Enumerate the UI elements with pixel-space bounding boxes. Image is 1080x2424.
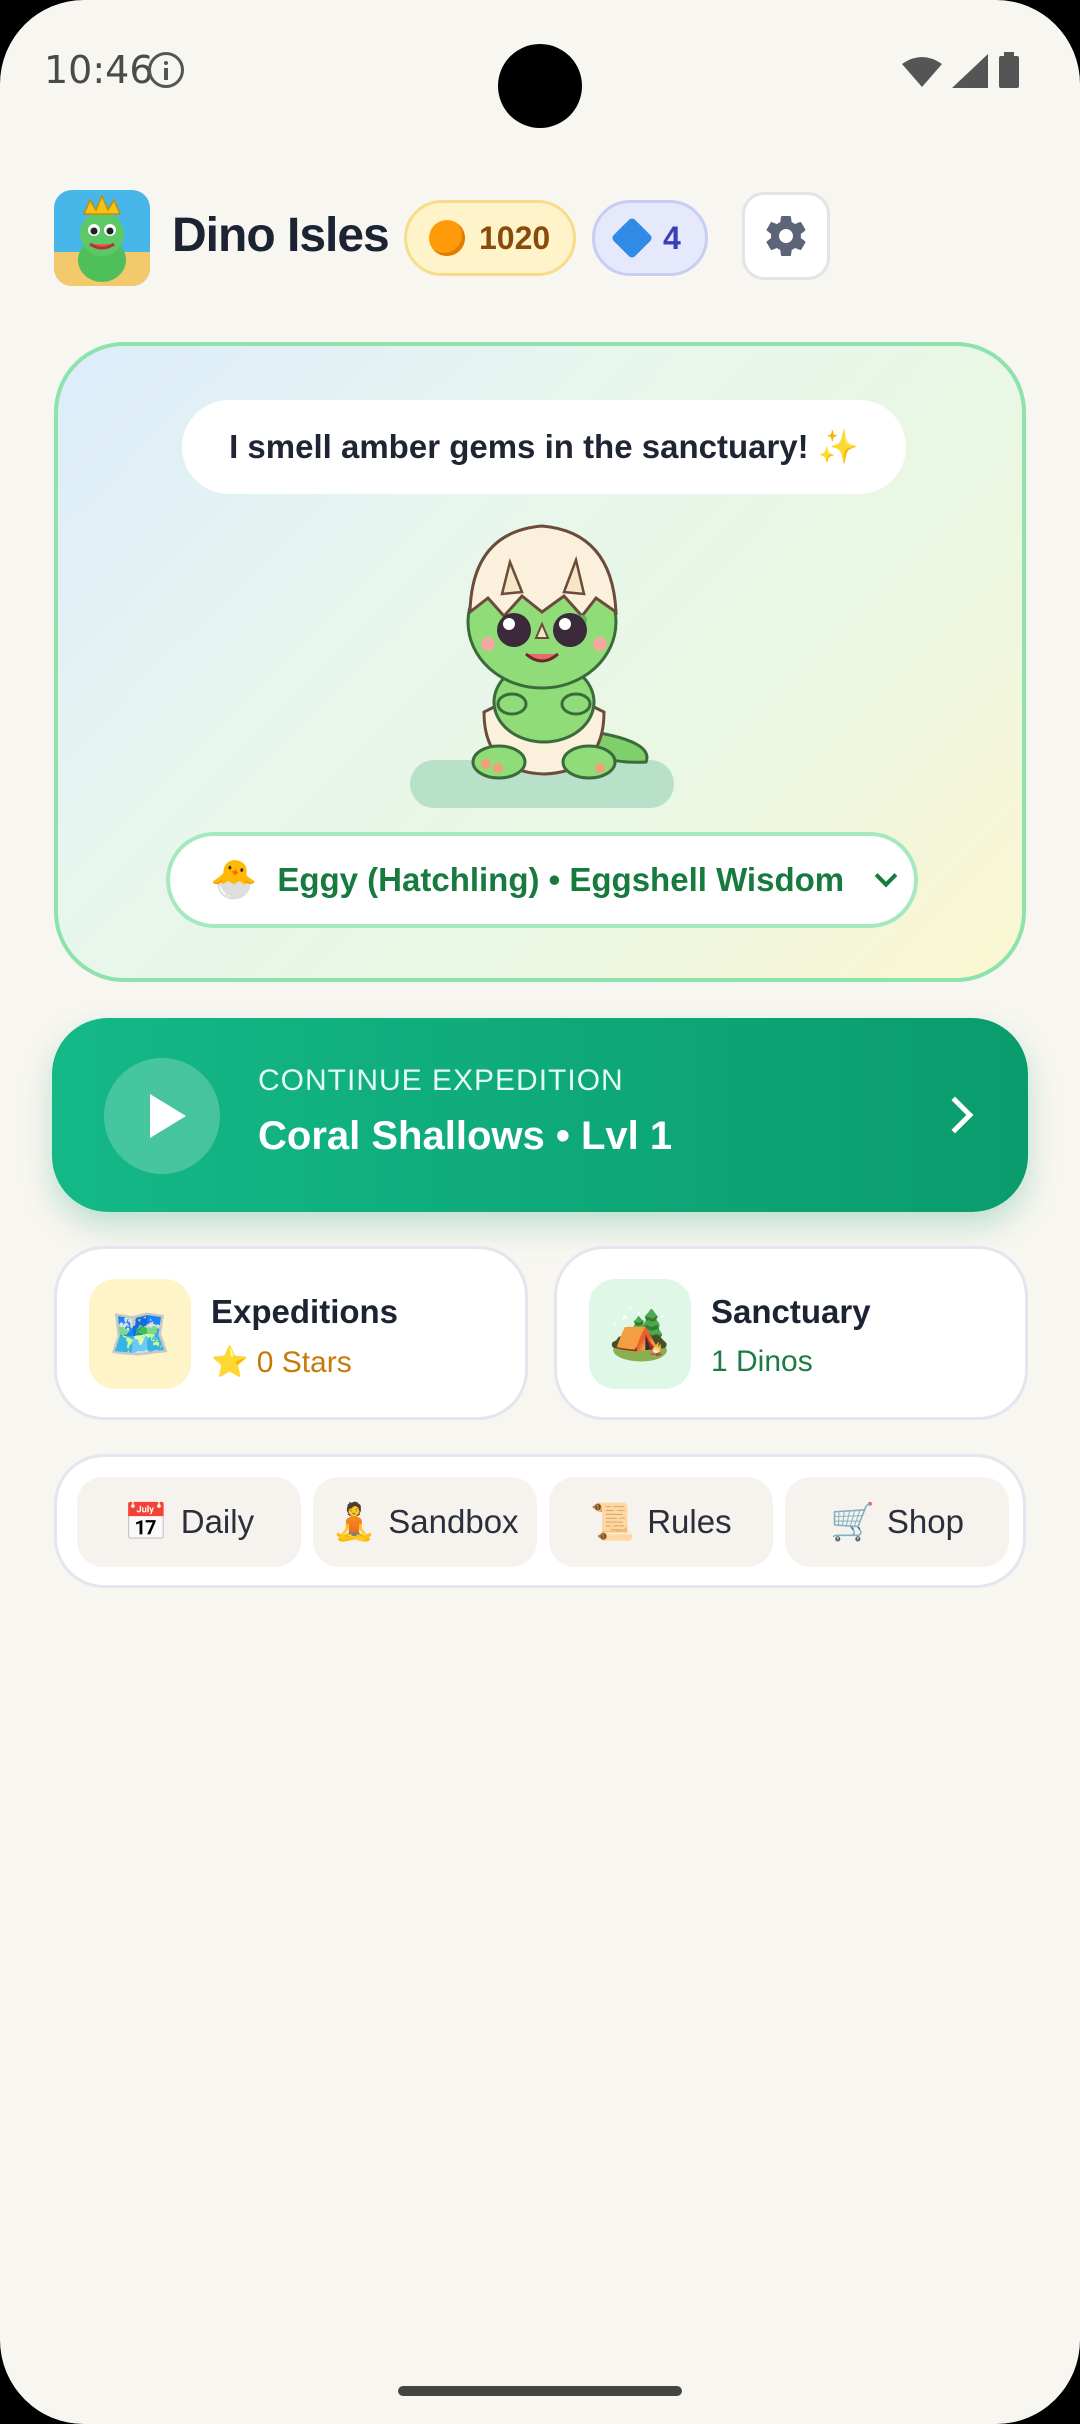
shop-button[interactable]: 🛒 Shop	[785, 1477, 1009, 1567]
settings-button[interactable]	[742, 192, 830, 280]
app-logo	[54, 190, 150, 286]
battery-icon	[999, 52, 1019, 88]
info-icon	[148, 52, 184, 88]
status-time: 10:46	[44, 48, 154, 92]
dino-selector[interactable]: 🐣 Eggy (Hatchling) • Eggshell Wisdom	[166, 832, 918, 928]
wifi-icon	[902, 57, 942, 87]
gem-count: 4	[663, 219, 681, 256]
sandbox-label: Sandbox	[388, 1503, 519, 1540]
dino-selector-label: Eggy (Hatchling) • Eggshell Wisdom	[277, 861, 845, 898]
sanctuary-count: 1 Dinos	[711, 1345, 813, 1378]
sandbox-button[interactable]: 🧘 Sandbox	[313, 1477, 537, 1567]
quick-actions-bar: 📅 Daily 🧘 Sandbox 📜 Rules 🛒 Shop	[54, 1454, 1026, 1588]
meditation-icon: 🧘	[331, 1501, 377, 1542]
expeditions-title: Expeditions	[211, 1293, 399, 1330]
coin-icon	[429, 220, 465, 256]
map-icon: 🗺️	[89, 1279, 191, 1389]
chevron-right-icon	[936, 1096, 974, 1134]
daily-button[interactable]: 📅 Daily	[77, 1477, 301, 1567]
companion-card: I smell amber gems in the sanctuary! ✨ 🐣…	[54, 342, 1026, 982]
hatchling-icon: 🐣	[210, 859, 258, 901]
chevron-down-icon	[874, 864, 898, 888]
calendar-icon: 📅	[123, 1501, 169, 1542]
home-indicator[interactable]	[398, 2386, 682, 2396]
sanctuary-tile[interactable]: 🏕️ Sanctuary 1 Dinos	[554, 1246, 1028, 1420]
sanctuary-title: Sanctuary	[711, 1293, 871, 1330]
camp-icon: 🏕️	[589, 1279, 691, 1389]
rules-label: Rules	[647, 1503, 732, 1540]
app-header: Dino Isles 1020 4	[54, 188, 1034, 286]
play-icon-circle	[104, 1058, 220, 1174]
system-icons	[902, 52, 1020, 88]
continue-expedition-button[interactable]: CONTINUE EXPEDITION Coral Shallows • Lvl…	[52, 1018, 1028, 1212]
expeditions-stars: ⭐ 0 Stars	[211, 1346, 352, 1379]
coin-balance[interactable]: 1020	[404, 200, 576, 276]
rules-button[interactable]: 📜 Rules	[549, 1477, 773, 1567]
coin-count: 1020	[479, 219, 551, 256]
daily-label: Daily	[180, 1503, 255, 1540]
gem-balance[interactable]: 4	[592, 200, 708, 276]
phone-screen: 10:46 Dino Isles 1020 4 I smell amber ge…	[0, 0, 1080, 2424]
signal-icon	[952, 54, 988, 88]
scroll-icon: 📜	[590, 1501, 636, 1542]
continue-title: Coral Shallows • Lvl 1	[258, 1114, 673, 1158]
expeditions-tile[interactable]: 🗺️ Expeditions ⭐ 0 Stars	[54, 1246, 528, 1420]
cart-icon: 🛒	[830, 1501, 875, 1542]
app-title: Dino Isles	[172, 209, 390, 262]
dino-character[interactable]	[414, 512, 674, 792]
continue-kicker: CONTINUE EXPEDITION	[258, 1064, 624, 1097]
camera-cutout	[498, 44, 582, 128]
gem-icon	[610, 216, 654, 260]
gear-icon	[766, 216, 806, 257]
status-bar: 10:46	[0, 0, 1080, 140]
speech-bubble: I smell amber gems in the sanctuary! ✨	[182, 400, 906, 494]
play-icon	[150, 1094, 186, 1138]
shop-label: Shop	[886, 1503, 964, 1540]
